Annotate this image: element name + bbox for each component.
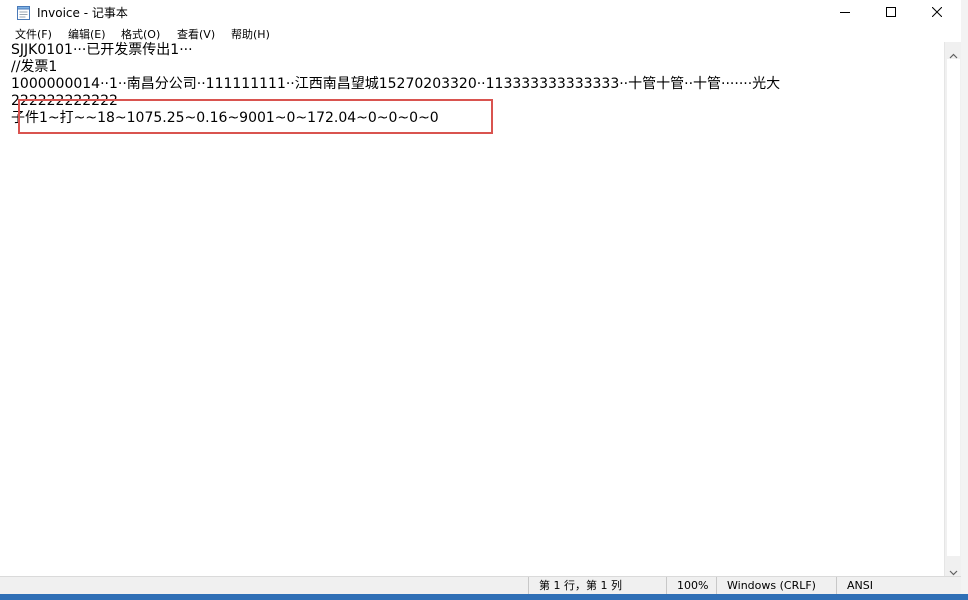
annotation-highlight-box xyxy=(18,99,493,134)
notepad-window: Invoice - 记事本 文件(F) 编辑(E) 格式(O) 查看(V) 帮助… xyxy=(0,0,968,600)
maximize-icon xyxy=(886,7,896,17)
menu-file[interactable]: 文件(F) xyxy=(15,26,52,42)
menu-help[interactable]: 帮助(H) xyxy=(231,26,270,42)
taskbar-edge xyxy=(0,594,968,600)
menu-format[interactable]: 格式(O) xyxy=(121,26,160,42)
text-line-2: //发票1 xyxy=(11,59,58,75)
status-zoom: 100% xyxy=(666,577,716,595)
minimize-icon xyxy=(840,12,850,13)
window-edge xyxy=(961,0,968,600)
title-bar[interactable]: Invoice - 记事本 xyxy=(0,0,968,24)
menu-edit[interactable]: 编辑(E) xyxy=(68,26,106,42)
close-button[interactable] xyxy=(914,0,960,24)
status-encoding: ANSI xyxy=(836,577,961,595)
status-bar: 第 1 行，第 1 列 100% Windows (CRLF) ANSI xyxy=(0,576,961,595)
text-editor[interactable]: SJJK0101···已开发票传出1··· //发票1 1000000014··… xyxy=(8,42,944,576)
status-line-ending: Windows (CRLF) xyxy=(716,577,836,595)
scrollbar-thumb[interactable] xyxy=(947,59,960,556)
menu-bar: 文件(F) 编辑(E) 格式(O) 查看(V) 帮助(H) xyxy=(0,24,968,42)
close-icon xyxy=(932,7,942,17)
window-title: Invoice - 记事本 xyxy=(37,6,128,20)
text-line-1: SJJK0101···已开发票传出1··· xyxy=(11,42,193,58)
scroll-down-icon[interactable] xyxy=(949,562,958,576)
notepad-icon xyxy=(17,5,30,20)
minimize-button[interactable] xyxy=(822,0,868,24)
text-line-3: 1000000014··1··南昌分公司··111111111··江西南昌望城1… xyxy=(11,76,781,92)
status-cursor-position: 第 1 行，第 1 列 xyxy=(528,577,666,595)
scroll-up-icon[interactable] xyxy=(949,46,958,59)
menu-view[interactable]: 查看(V) xyxy=(177,26,215,42)
vertical-scrollbar[interactable] xyxy=(944,42,962,576)
maximize-button[interactable] xyxy=(868,0,914,24)
